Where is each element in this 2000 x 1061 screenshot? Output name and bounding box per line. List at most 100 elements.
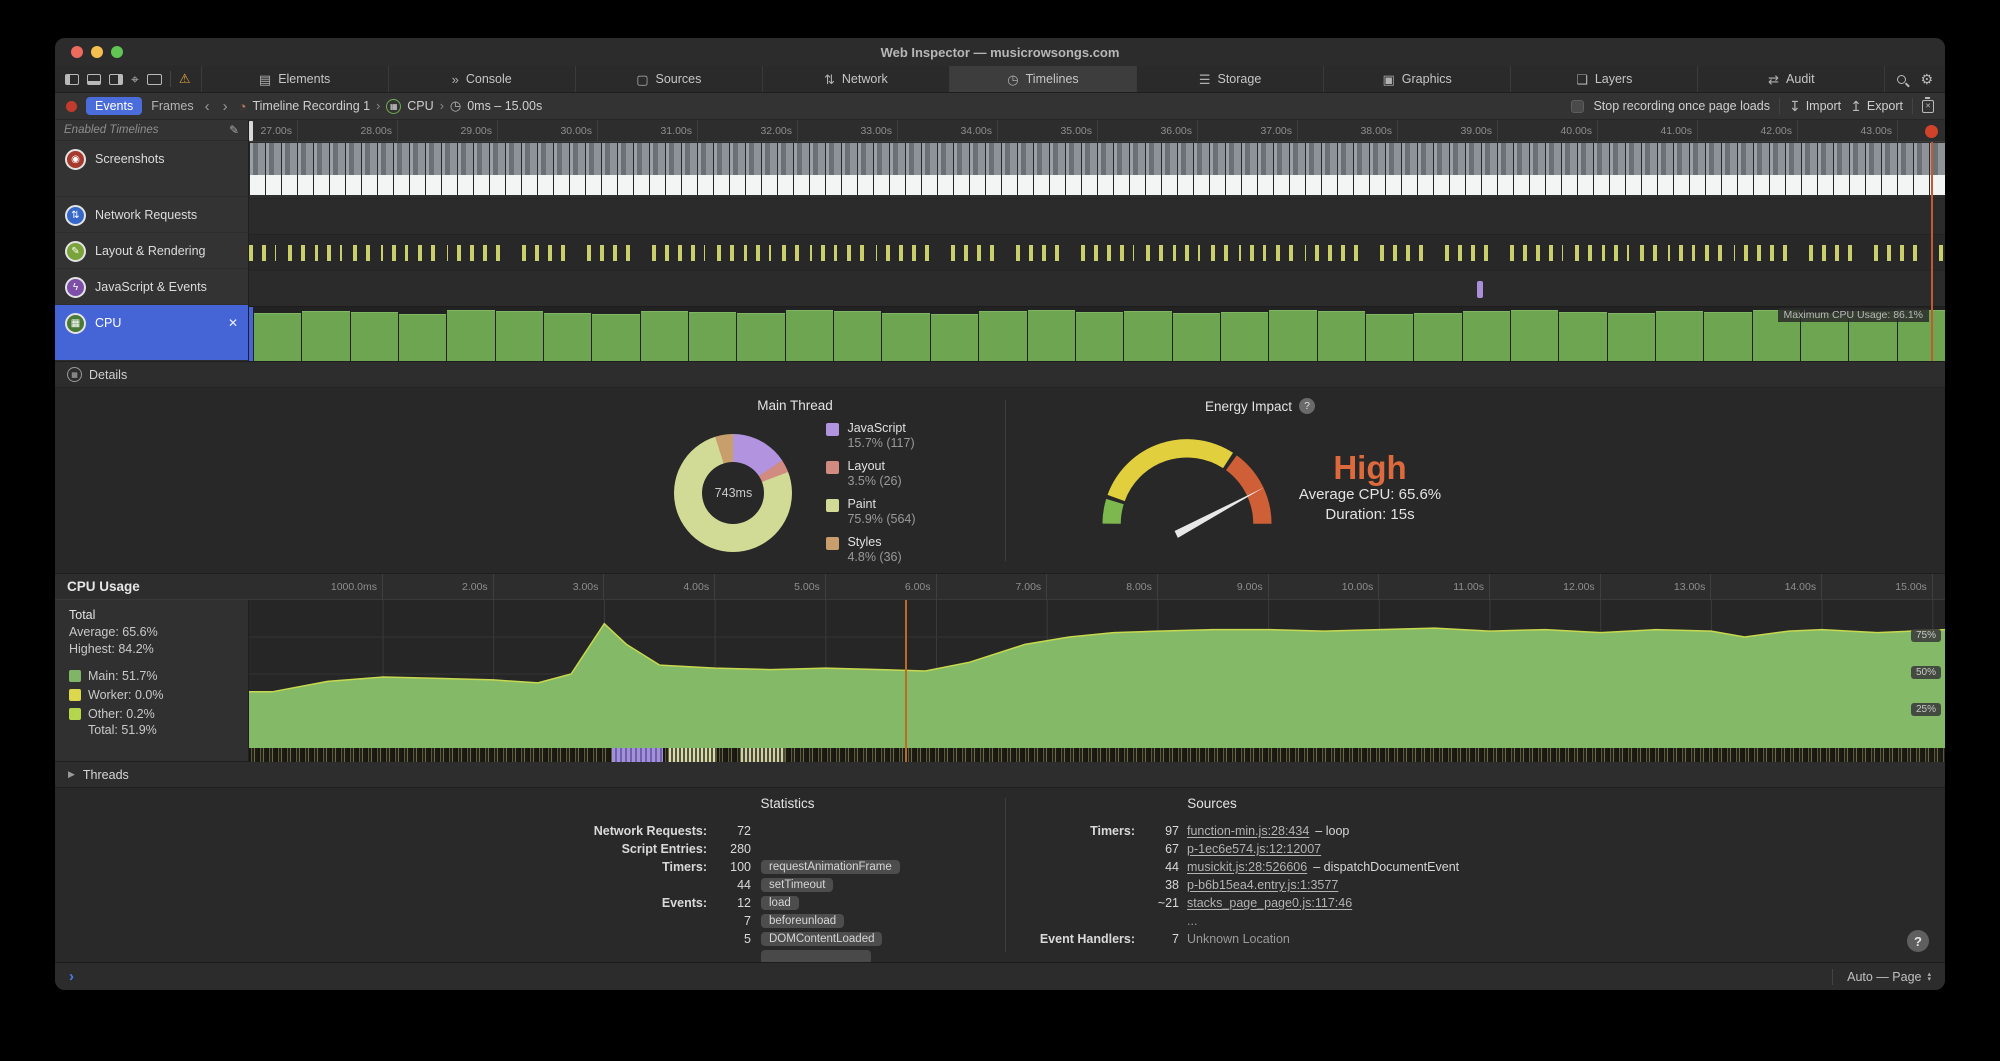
tab-audit[interactable]: ⇄ Audit [1697, 66, 1885, 92]
sidebar-item-javascript-events[interactable]: ϟ JavaScript & Events [55, 269, 248, 305]
screenshots-track[interactable] [249, 142, 1945, 198]
tab-network[interactable]: ⇅ Network [761, 66, 949, 92]
source-location-link[interactable]: musickit.js:28:526606 [1187, 860, 1307, 874]
ruler-tick-label: 31.00s [602, 120, 698, 141]
tab-graphics[interactable]: ▣ Graphics [1323, 66, 1511, 92]
record-button[interactable] [66, 100, 77, 112]
source-location-link[interactable]: p-1ec6e574.js:12:12007 [1187, 842, 1321, 856]
threads-label: Threads [82, 767, 129, 782]
cpu-bar [1075, 311, 1124, 361]
sidebar-item-cpu[interactable]: ▦ CPU ✕ [55, 305, 248, 361]
clear-timeline-icon[interactable]: ✕ [1922, 96, 1934, 113]
cpu-bar [1704, 311, 1752, 361]
audit-icon: ⇄ [1768, 71, 1780, 87]
ruler-tick-label: 9.00s [1163, 574, 1269, 600]
help-button[interactable]: ? [1907, 930, 1929, 952]
ruler-tick-label: 35.00s [1002, 120, 1098, 141]
console-prompt-icon[interactable]: › [69, 968, 74, 985]
stop-recording-label: Stop recording once page loads [1593, 99, 1770, 113]
ruler-tick-label: 7.00s [941, 574, 1048, 600]
status-bar: › Auto — Page ▴ ▾ [55, 962, 1945, 990]
threads-disclosure[interactable]: ▶ Threads [55, 762, 1945, 788]
source-location-link[interactable]: stacks_page_page0.js:117:46 [1187, 896, 1352, 910]
energy-average-cpu: Average CPU: 65.6% [1298, 486, 1442, 503]
search-icon[interactable] [1897, 74, 1907, 84]
execution-context-select[interactable]: Auto — Page ▴ ▾ [1847, 970, 1931, 984]
cpu-bar [1414, 313, 1462, 361]
device-settings-icon[interactable] [146, 73, 162, 85]
statistics-row: Script Entries: 280 [621, 842, 751, 856]
forward-button[interactable]: › [221, 98, 230, 115]
overview-graph[interactable]: 27.00s 28.00s 29.00s 30.00s 31.00s 32.00s 33.0… [249, 120, 1945, 361]
legend-item-javascript: JavaScript 15.7% (117) [826, 421, 915, 451]
close-icon[interactable]: ✕ [228, 316, 238, 330]
javascript-events-track[interactable] [249, 270, 1945, 306]
ruler-tick-label: 2.00s [388, 574, 494, 600]
events-mode-button[interactable]: Events [86, 97, 143, 115]
tab-console[interactable]: » Console [387, 66, 575, 92]
ruler-tick-label: 39.00s [1402, 120, 1498, 141]
sources-row: 67 p-1ec6e574.js:12:12007 [1165, 842, 1322, 856]
cpu-usage-chart[interactable]: 75% 50% 25% [249, 600, 1945, 762]
overview-ruler[interactable]: 27.00s 28.00s 29.00s 30.00s 31.00s 32.00s 33.0… [249, 120, 1945, 142]
details-panel: Main Thread 743ms JavaScript 15.7% (117) L… [55, 388, 1945, 574]
cpu-bar [882, 312, 930, 361]
cpu-usage-ruler[interactable]: 1000.0ms 2.00s 3.00s 4.00s 5.00s 6.00s 7.00s 8.… [249, 574, 1945, 600]
cpu-bar [447, 310, 495, 361]
layout-rendering-track[interactable] [249, 234, 1945, 270]
tab-elements[interactable]: ▤ Elements [200, 66, 388, 92]
current-time-line [1931, 142, 1933, 361]
cpu-usage-header: CPU Usage 1000.0ms 2.00s 3.00s 4.00s 5.00s 6.… [55, 574, 1945, 600]
sources-row: ~21 stacks_page_page0.js:117:46 [1157, 896, 1353, 910]
element-picker-icon[interactable]: ⌖ [131, 72, 139, 86]
gear-icon[interactable]: ⚙ [1920, 72, 1933, 86]
cpu-usage-body: Total Average: 65.6% Highest: 84.2% Main… [55, 600, 1945, 762]
sidebar-item-screenshots[interactable]: ◉ Screenshots [55, 141, 248, 197]
energy-impact-section: Energy Impact ? High Average CPU: 65.6% … [1040, 398, 1480, 542]
breadcrumb-recording[interactable]: Timeline Recording 1 [252, 99, 370, 113]
back-button[interactable]: ‹ [203, 98, 212, 115]
tab-label: Storage [1217, 72, 1262, 86]
tab-sources[interactable]: ▢ Sources [574, 66, 762, 92]
export-button[interactable]: ↥ Export [1850, 99, 1903, 113]
energy-impact-title: Energy Impact [1204, 398, 1293, 414]
sources-row: Timers: 97 function-min.js:28:434– loop [1090, 824, 1350, 838]
sidebar-item-network-requests[interactable]: ⇅ Network Requests [55, 197, 248, 233]
tab-label: Layers [1594, 72, 1633, 86]
dock-bottom-icon[interactable] [87, 73, 101, 85]
current-time-marker[interactable] [1925, 125, 1938, 138]
minimize-window-button[interactable] [91, 46, 103, 58]
cpu-overview-track[interactable]: Maximum CPU Usage: 86.1% [249, 306, 1945, 361]
edit-timelines-icon[interactable]: ✎ [229, 123, 239, 137]
issues-warning-icon[interactable]: ⚠ [179, 71, 191, 87]
breadcrumb-time-range[interactable]: 0ms – 15.00s [467, 99, 542, 113]
ruler-tick-label: 15.00s [1827, 574, 1933, 600]
statistics-section: Statistics Network Requests: 72 Script Ent… [55, 796, 1005, 962]
ruler-tick-label: 14.00s [1716, 574, 1823, 600]
cpu-bar [930, 313, 979, 361]
network-requests-track[interactable] [249, 198, 1945, 234]
tab-timelines[interactable]: ◷ Timelines [948, 66, 1137, 92]
source-location-link[interactable]: function-min.js:28:434 [1187, 824, 1309, 838]
frames-mode-button[interactable]: Frames [151, 99, 193, 113]
source-location-link[interactable]: p-b6b15ea4.entry.js:1:3577 [1187, 878, 1338, 892]
zoom-window-button[interactable] [111, 46, 123, 58]
event-type-chip: load [761, 896, 799, 910]
tab-storage[interactable]: ☰ Storage [1136, 66, 1324, 92]
dock-left-icon[interactable] [65, 73, 79, 85]
ruler-tick-label: 10.00s [1273, 574, 1380, 600]
traffic-lights [71, 46, 123, 58]
breadcrumb-cpu[interactable]: CPU [407, 99, 433, 113]
energy-help-icon[interactable]: ? [1299, 398, 1316, 414]
import-button[interactable]: ↧ Import [1789, 99, 1841, 113]
window-title: Web Inspector — musicrowsongs.com [880, 44, 1120, 60]
tab-layers[interactable]: ❏ Layers [1510, 66, 1698, 92]
cpu-bar [1027, 309, 1075, 361]
stop-recording-checkbox[interactable] [1571, 99, 1585, 113]
ruler-tick-label: 13.00s [1605, 574, 1712, 600]
close-window-button[interactable] [71, 46, 83, 58]
dock-right-icon[interactable] [109, 73, 123, 85]
sidebar-item-layout-rendering[interactable]: ✎ Layout & Rendering [55, 233, 248, 269]
event-type-chip: beforeunload [761, 914, 845, 928]
details-bar: ▦ Details [55, 362, 1945, 388]
